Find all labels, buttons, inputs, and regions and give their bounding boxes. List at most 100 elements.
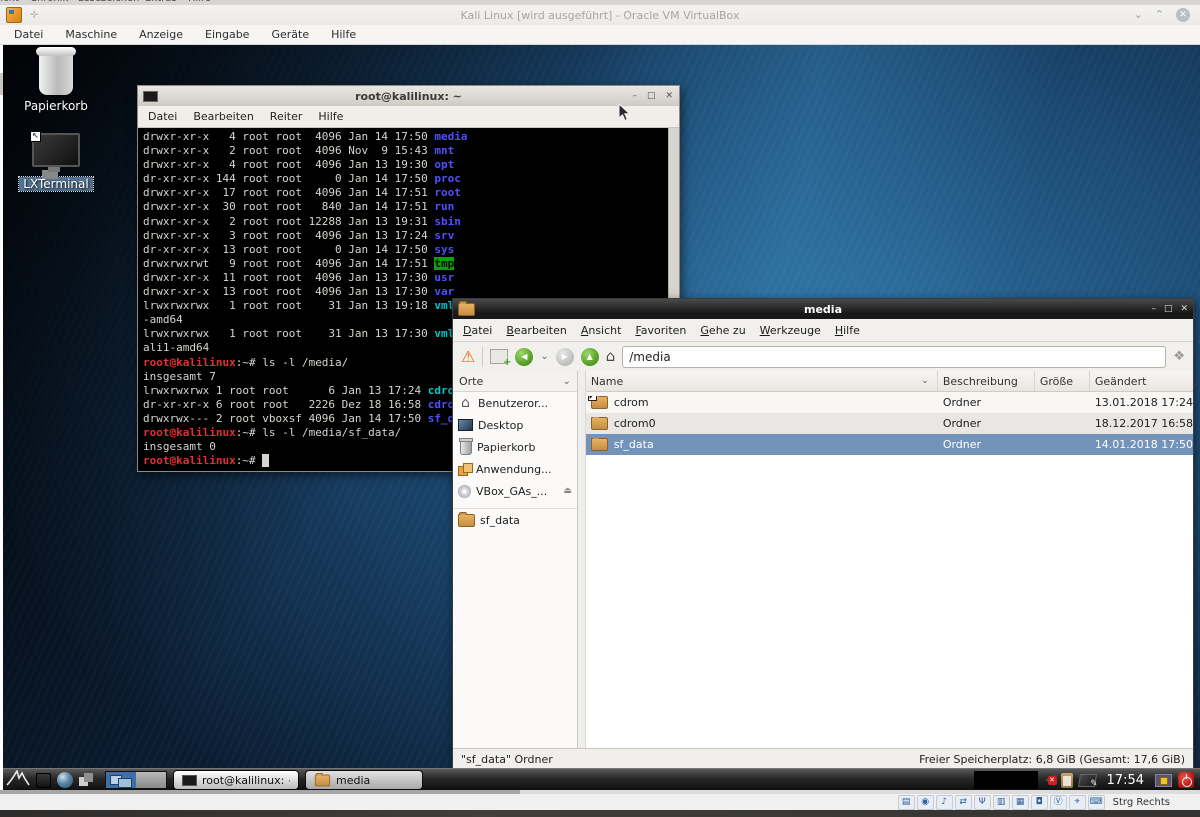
clock[interactable]: 17:54 <box>1107 773 1144 788</box>
usb-status-icon[interactable]: Ψ <box>974 795 991 810</box>
desktop-icon-trash[interactable]: Papierkorb <box>8 53 104 114</box>
separator <box>482 347 483 367</box>
host-menu-item[interactable]: Lesezeichen <box>78 0 139 4</box>
minimize-button[interactable]: – <box>1151 304 1156 314</box>
fm-menu-werkzeuge[interactable]: Werkzeuge <box>760 324 821 337</box>
column-header-beschreibung[interactable]: Beschreibung <box>938 371 1035 391</box>
keyboard-status-icon[interactable]: ⌨ <box>1088 795 1105 810</box>
removable-media-icon[interactable] <box>1045 774 1055 786</box>
host-menu-item[interactable]: Chronik <box>30 0 68 4</box>
fm-menu-hilfe[interactable]: Hilfe <box>835 324 860 337</box>
host-menu-item[interactable]: Hilfe <box>188 0 211 4</box>
file-row-cdrom[interactable]: ◤cdromOrdner13.01.2018 17:24 <box>586 392 1193 413</box>
vbox-menu-geräte[interactable]: Geräte <box>271 28 309 41</box>
pane-divider[interactable] <box>578 371 586 749</box>
file-modified-cell: 14.01.2018 17:50 <box>1090 438 1193 451</box>
video-capture-status-icon[interactable]: ◘ <box>1031 795 1048 810</box>
fm-menu-favoriten[interactable]: Favoriten <box>635 324 686 337</box>
harddisk-status-icon[interactable]: ▤ <box>898 795 915 810</box>
terminal-line: drwxrwxrwt 9 root root 4096 Jan 14 17:51… <box>143 257 666 271</box>
places-item-benutzeror[interactable]: ⌂Benutzeror... <box>453 392 577 414</box>
host-menu-item[interactable]: Ansicht <box>0 0 19 4</box>
maximize-button[interactable]: □ <box>1164 304 1173 314</box>
back-button[interactable]: ◀ <box>515 348 533 366</box>
column-header-name[interactable]: Name⌄ <box>586 371 938 391</box>
maximize-button[interactable]: ⌃ <box>1155 8 1164 22</box>
minimize-button[interactable]: ⌄ <box>1134 8 1143 22</box>
display-status-icon[interactable]: ▦ <box>1012 795 1029 810</box>
file-row-cdrom0[interactable]: cdrom0Ordner18.12.2017 16:58 <box>586 413 1193 434</box>
places-item-papierkorb[interactable]: Papierkorb <box>453 436 577 458</box>
screen: Ansicht Chronik Lesezeichen Extras Hilfe ✛ K… <box>0 0 1200 817</box>
sort-chevron-icon: ⌄ <box>921 376 929 386</box>
taskbar-task-media[interactable]: media <box>305 770 423 790</box>
file-row-sf_data[interactable]: sf_dataOrdner14.01.2018 17:50 <box>586 434 1193 455</box>
optical-disc-status-icon[interactable]: ◉ <box>917 795 934 810</box>
iconify-windows-icon[interactable] <box>79 773 95 787</box>
fm-menu-gehe-zu[interactable]: Gehe zu <box>700 324 745 337</box>
column-header-geändert[interactable]: Geändert <box>1090 371 1193 391</box>
forward-button[interactable]: ▶ <box>556 348 574 366</box>
places-header[interactable]: Orte ⌄ <box>453 371 577 392</box>
network-status-icon[interactable]: ⇄ <box>955 795 972 810</box>
virtualbox-titlebar[interactable]: ✛ Kali Linux [wird ausgeführt] - Oracle … <box>0 5 1200 25</box>
web-browser-launcher-icon[interactable] <box>57 772 73 788</box>
fm-menu-ansicht[interactable]: Ansicht <box>581 324 622 337</box>
desktop-icon-label: Papierkorb <box>20 99 92 113</box>
places-item-desktop[interactable]: Desktop <box>453 414 577 436</box>
home-button[interactable]: ⌂ <box>606 349 616 364</box>
file-name-cell: sf_data <box>586 438 938 451</box>
lock-screen-icon[interactable] <box>1155 774 1172 787</box>
vbox-menu-eingabe[interactable]: Eingabe <box>205 28 249 41</box>
eject-icon[interactable]: ⏏ <box>563 486 572 496</box>
terminal-menu-datei[interactable]: Datei <box>148 110 177 123</box>
close-button[interactable]: ✕ <box>665 91 673 101</box>
terminal-menu-bearbeiten[interactable]: Bearbeiten <box>193 110 253 123</box>
taskbar-task-rootkalilinux[interactable]: root@kalilinux: ~ <box>173 770 299 790</box>
power-button[interactable] <box>1178 772 1194 788</box>
audio-status-icon[interactable]: ♪ <box>936 795 953 810</box>
host-menu-item[interactable]: Extras <box>145 0 177 4</box>
places-item-vbox_gas_[interactable]: VBox_GAs_...⏏ <box>453 480 577 502</box>
places-item-label: Papierkorb <box>477 441 535 454</box>
kali-menu-button[interactable] <box>6 770 30 790</box>
features-status-icon[interactable]: Ⓥ <box>1050 795 1067 810</box>
workspace-2[interactable] <box>136 772 166 788</box>
vbox-menu-anzeige[interactable]: Anzeige <box>139 28 183 41</box>
maximize-button[interactable]: □ <box>647 91 656 101</box>
vbox-menu-hilfe[interactable]: Hilfe <box>331 28 356 41</box>
places-item-sf_data[interactable]: sf_data <box>453 508 577 531</box>
file-manager-launcher-icon[interactable] <box>36 773 51 788</box>
file-name-cell: ◤cdrom <box>586 396 938 409</box>
mouse-integration-status-icon[interactable]: ⌖ <box>1069 795 1086 810</box>
fm-menu-datei[interactable]: Datei <box>463 324 492 337</box>
file-manager-window: media – □ ✕ Datei Bearbeiten Ansicht Favori… <box>452 298 1194 770</box>
path-input[interactable] <box>622 346 1166 368</box>
terminal-menubar: Datei Bearbeiten Reiter Hilfe <box>138 106 679 128</box>
workspace-1[interactable] <box>106 772 136 788</box>
file-manager-titlebar[interactable]: media – □ ✕ <box>453 299 1193 319</box>
close-button[interactable]: ✕ <box>1180 304 1188 314</box>
new-tab-button[interactable] <box>490 349 508 364</box>
column-header-größe[interactable]: Größe <box>1035 371 1090 391</box>
shared-folders-status-icon[interactable]: ▥ <box>993 795 1010 810</box>
folder-link-icon: ◤ <box>591 396 608 409</box>
virtualbox-statusbar: ▤◉♪⇄Ψ▥▦◘Ⓥ⌖⌨ Strg Rechts <box>0 794 1200 810</box>
places-item-anwendung[interactable]: Anwendung... <box>453 458 577 480</box>
terminal-menu-reiter[interactable]: Reiter <box>270 110 303 123</box>
clipboard-manager-icon[interactable] <box>1061 773 1073 788</box>
fm-menu-bearbeiten[interactable]: Bearbeiten <box>506 324 566 337</box>
desktop-icon-lxterminal[interactable]: ↖ LXTerminal <box>8 133 104 192</box>
terminal-titlebar[interactable]: root@kalilinux: ~ – □ ✕ <box>138 86 679 106</box>
history-dropdown[interactable]: ⌄ <box>540 351 548 362</box>
up-button[interactable]: ▲ <box>581 348 599 366</box>
screenshot-tool-icon[interactable] <box>1078 774 1097 787</box>
vbox-menu-datei[interactable]: Datei <box>14 28 43 41</box>
desktop-icon-label: LXTerminal <box>19 177 92 191</box>
close-button[interactable]: ✕ <box>1176 8 1190 22</box>
location-tool-icon[interactable]: ❖ <box>1173 349 1185 364</box>
terminal-menu-hilfe[interactable]: Hilfe <box>318 110 343 123</box>
vbox-menu-maschine[interactable]: Maschine <box>65 28 117 41</box>
file-manager-menubar: Datei Bearbeiten Ansicht Favoriten Gehe zu We… <box>453 319 1193 342</box>
minimize-button[interactable]: – <box>632 91 637 101</box>
